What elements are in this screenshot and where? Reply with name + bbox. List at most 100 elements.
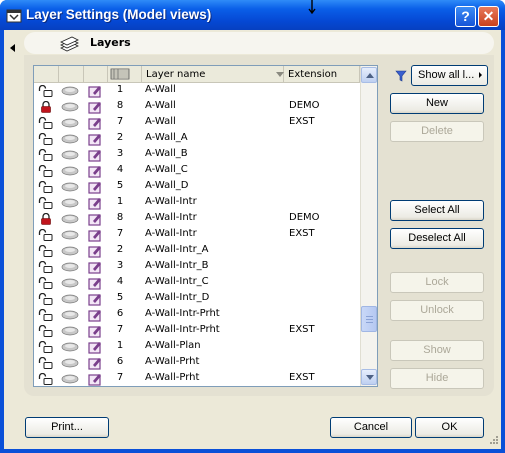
cancel-button[interactable]: Cancel [330,417,412,438]
edit-mode-icon[interactable] [87,132,103,146]
edit-mode-icon[interactable] [87,372,103,386]
unlock-button[interactable]: Unlock [390,300,484,321]
visibility-eye-icon[interactable] [61,166,79,176]
visibility-eye-icon[interactable] [61,374,79,384]
edit-mode-icon[interactable] [87,116,103,130]
lock-open-icon[interactable] [38,341,54,353]
resize-grip-icon[interactable] [487,435,499,447]
help-button[interactable]: ? [455,6,476,27]
lock-open-icon[interactable] [38,309,54,321]
table-row[interactable]: 1 A-Wall-Plan [34,339,360,355]
lock-open-icon[interactable] [38,181,54,193]
table-row[interactable]: 7 A-Wall-Prht EXST [34,371,360,386]
visibility-eye-icon[interactable] [61,118,79,128]
new-layer-button[interactable]: New [390,93,484,114]
lock-open-icon[interactable] [38,325,54,337]
visibility-eye-icon[interactable] [61,102,79,112]
collapse-arrow-icon[interactable] [10,44,15,52]
edit-mode-icon[interactable] [87,228,103,242]
deselect-all-button[interactable]: Deselect All [390,228,484,249]
layer-list[interactable]: Layer name Extension 1 A-Wall 8 A-Wall DEMO 7… [33,65,378,387]
table-row[interactable]: 3 A-Wall_B [34,147,360,163]
visibility-eye-icon[interactable] [61,150,79,160]
visibility-eye-icon[interactable] [61,230,79,240]
table-row[interactable]: 8 A-Wall DEMO [34,99,360,115]
table-row[interactable]: 6 A-Wall-Intr-Prht [34,307,360,323]
title-bar[interactable]: Layer Settings (Model views) ? ✕ [0,0,505,30]
lock-open-icon[interactable] [38,117,54,129]
hide-button[interactable]: Hide [390,368,484,389]
visibility-eye-icon[interactable] [61,278,79,288]
scroll-down-button[interactable] [361,369,377,385]
vertical-scrollbar[interactable] [360,66,377,386]
table-row[interactable]: 1 A-Wall [34,83,360,99]
visibility-eye-icon[interactable] [61,358,79,368]
visibility-eye-icon[interactable] [61,134,79,144]
layer-filter-dropdown[interactable]: Show all l... [411,65,488,86]
table-row[interactable]: 5 A-Wall_D [34,179,360,195]
table-row[interactable]: 1 A-Wall-Intr [34,195,360,211]
lock-closed-icon[interactable] [38,101,54,113]
table-row[interactable]: 6 A-Wall-Prht [34,355,360,371]
show-button[interactable]: Show [390,340,484,361]
lock-open-icon[interactable] [38,85,54,97]
table-row[interactable]: 7 A-Wall-Intr EXST [34,227,360,243]
table-row[interactable]: 7 A-Wall-Intr-Prht EXST [34,323,360,339]
edit-mode-icon[interactable] [87,196,103,210]
edit-mode-icon[interactable] [87,292,103,306]
header-layer-name[interactable]: Layer name [142,66,284,83]
edit-mode-icon[interactable] [87,84,103,98]
edit-mode-icon[interactable] [87,180,103,194]
edit-mode-icon[interactable] [87,260,103,274]
group-header[interactable]: Layers [24,32,494,54]
ok-button[interactable]: OK [415,417,484,438]
lock-open-icon[interactable] [38,149,54,161]
edit-mode-icon[interactable] [87,356,103,370]
visibility-eye-icon[interactable] [61,182,79,192]
lock-open-icon[interactable] [38,197,54,209]
table-row[interactable]: 3 A-Wall-Intr_B [34,259,360,275]
visibility-eye-icon[interactable] [61,326,79,336]
select-all-button[interactable]: Select All [390,200,484,221]
visibility-eye-icon[interactable] [61,342,79,352]
visibility-eye-icon[interactable] [61,246,79,256]
edit-mode-icon[interactable] [87,212,103,226]
lock-open-icon[interactable] [38,133,54,145]
visibility-eye-icon[interactable] [61,214,79,224]
visibility-eye-icon[interactable] [61,294,79,304]
edit-mode-icon[interactable] [87,340,103,354]
print-button[interactable]: Print... [25,417,109,438]
lock-open-icon[interactable] [38,165,54,177]
table-row[interactable]: 4 A-Wall-Intr_C [34,275,360,291]
edit-mode-icon[interactable] [87,100,103,114]
scroll-up-button[interactable] [361,67,377,83]
lock-open-icon[interactable] [38,357,54,369]
edit-mode-icon[interactable] [87,244,103,258]
lock-open-icon[interactable] [38,373,54,385]
delete-layer-button[interactable]: Delete [390,121,484,142]
header-intersection-column[interactable] [108,66,142,83]
lock-open-icon[interactable] [38,293,54,305]
lock-open-icon[interactable] [38,261,54,273]
lock-open-icon[interactable] [38,245,54,257]
header-extension[interactable]: Extension [284,66,360,83]
edit-mode-icon[interactable] [87,148,103,162]
table-row[interactable]: 5 A-Wall-Intr_D [34,291,360,307]
table-row[interactable]: 7 A-Wall EXST [34,115,360,131]
edit-mode-icon[interactable] [87,276,103,290]
header-edit-column[interactable] [84,66,108,83]
table-row[interactable]: 4 A-Wall_C [34,163,360,179]
edit-mode-icon[interactable] [87,308,103,322]
header-visibility-column[interactable] [59,66,84,83]
table-row[interactable]: 2 A-Wall_A [34,131,360,147]
visibility-eye-icon[interactable] [61,310,79,320]
edit-mode-icon[interactable] [87,324,103,338]
edit-mode-icon[interactable] [87,164,103,178]
lock-closed-icon[interactable] [38,213,54,225]
lock-button[interactable]: Lock [390,272,484,293]
visibility-eye-icon[interactable] [61,86,79,96]
header-lock-column[interactable] [34,66,59,83]
lock-open-icon[interactable] [38,229,54,241]
scroll-thumb[interactable] [361,306,377,332]
visibility-eye-icon[interactable] [61,198,79,208]
